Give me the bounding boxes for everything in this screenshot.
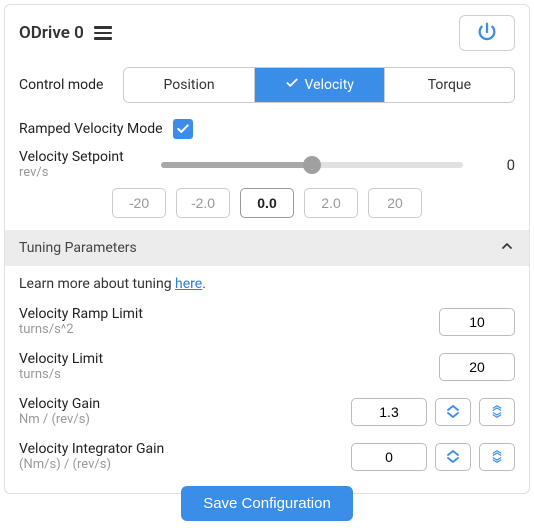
ramped-label: Ramped Velocity Mode [19, 121, 163, 137]
param-label: Velocity Limit [19, 351, 431, 367]
vel-gain-step-large[interactable] [479, 398, 515, 426]
preset-btn-pos2[interactable]: 2.0 [304, 188, 358, 218]
param-label: Velocity Gain [19, 396, 343, 412]
learn-prefix: Learn more about tuning [19, 276, 175, 292]
control-mode-tabs: Position Velocity Torque [123, 67, 515, 103]
power-button[interactable] [459, 15, 515, 51]
setpoint-label: Velocity Setpoint [19, 149, 149, 165]
tab-label: Torque [428, 77, 471, 93]
vel-limit-input[interactable] [439, 353, 515, 381]
save-configuration-button[interactable]: Save Configuration [181, 486, 353, 521]
learn-suffix: . [202, 276, 206, 292]
param-unit: (Nm/s) / (rev/s) [19, 457, 343, 472]
ramp-limit-input[interactable] [439, 308, 515, 336]
param-label: Velocity Integrator Gain [19, 441, 343, 457]
setpoint-slider[interactable] [161, 155, 463, 175]
power-icon [476, 21, 498, 46]
chevron-up-icon [499, 238, 515, 258]
preset-btn-neg2[interactable]: -2.0 [176, 188, 230, 218]
tab-label: Velocity [305, 77, 354, 93]
vel-gain-step-small[interactable] [435, 398, 471, 426]
tab-velocity[interactable]: Velocity [255, 68, 385, 102]
control-mode-label: Control mode [19, 77, 103, 93]
param-row-vel-gain: Velocity Gain Nm / (rev/s) [5, 392, 529, 437]
param-unit: Nm / (rev/s) [19, 412, 343, 427]
param-unit: turns/s [19, 367, 431, 382]
param-label: Velocity Ramp Limit [19, 306, 431, 322]
learn-more-link[interactable]: here [175, 276, 202, 292]
learn-more-text: Learn more about tuning here. [5, 266, 529, 302]
param-unit: turns/s^2 [19, 322, 431, 337]
tab-torque[interactable]: Torque [385, 68, 514, 102]
tuning-section-header[interactable]: Tuning Parameters [5, 230, 529, 266]
vel-gain-input[interactable] [351, 398, 427, 426]
tuning-section-title: Tuning Parameters [19, 240, 137, 256]
check-icon [285, 76, 299, 94]
vel-int-gain-step-large[interactable] [479, 443, 515, 471]
preset-btn-neg20[interactable]: -20 [112, 188, 166, 218]
preset-row: -20 -2.0 0.0 2.0 20 [5, 180, 529, 230]
vel-int-gain-step-small[interactable] [435, 443, 471, 471]
slider-thumb[interactable] [303, 156, 321, 174]
panel-title: ODrive 0 [19, 23, 84, 43]
preset-btn-zero[interactable]: 0.0 [240, 188, 294, 218]
vel-int-gain-input[interactable] [351, 443, 427, 471]
ramped-checkbox[interactable] [173, 119, 193, 139]
tab-label: Position [164, 77, 215, 93]
tab-position[interactable]: Position [124, 68, 254, 102]
menu-icon[interactable] [94, 25, 112, 41]
param-row-vel-int-gain: Velocity Integrator Gain (Nm/s) / (rev/s… [5, 437, 529, 482]
param-row-ramp-limit: Velocity Ramp Limit turns/s^2 [5, 302, 529, 347]
param-row-vel-limit: Velocity Limit turns/s [5, 347, 529, 392]
setpoint-value: 0 [475, 156, 515, 174]
preset-btn-pos20[interactable]: 20 [368, 188, 422, 218]
setpoint-unit: rev/s [19, 165, 149, 180]
